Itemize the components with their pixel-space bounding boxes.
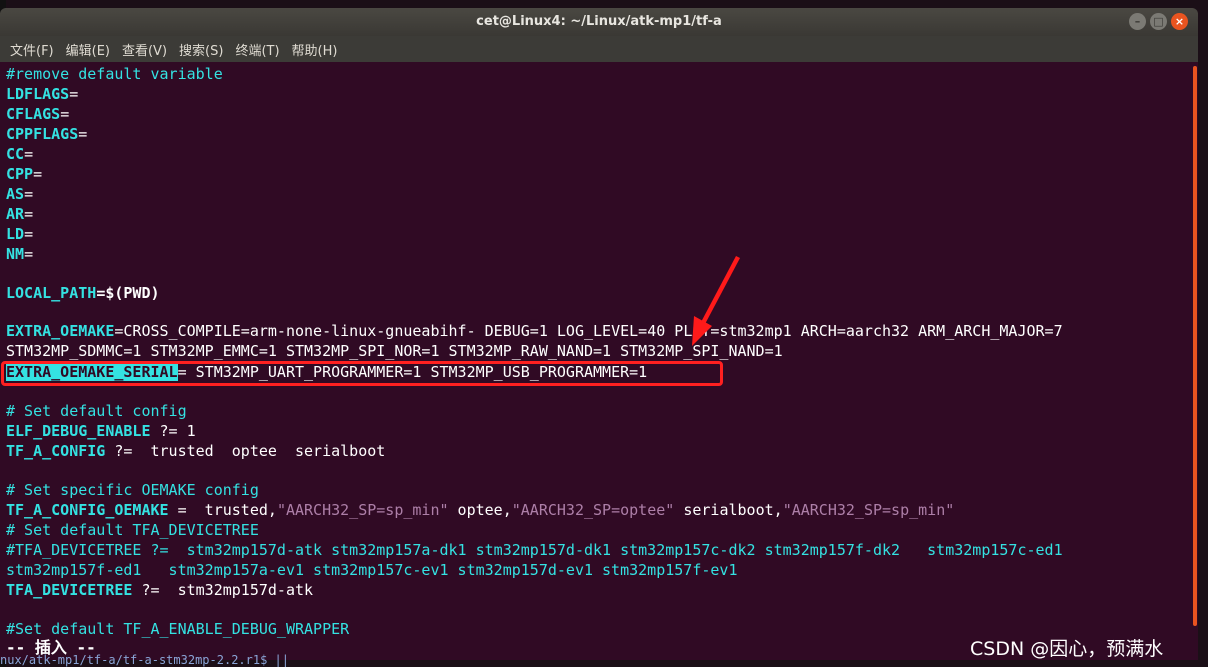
code-line: EXTRA_OEMAKE=CROSS_COMPILE=arm-none-linu… [6, 322, 1063, 340]
code-line: LD= [6, 225, 34, 243]
code-line: # Set specific OEMAKE config [6, 481, 259, 499]
menu-help[interactable]: 帮助(H) [292, 40, 338, 59]
window-controls: – □ × [1129, 13, 1188, 30]
minimize-button[interactable]: – [1129, 13, 1146, 30]
background-terminal-prompt: nux/atk-mp1/tf-a/tf-a-stm32mp-2.2.r1$ || [0, 653, 289, 667]
menu-file[interactable]: 文件(F) [10, 40, 54, 59]
scrollbar-thumb[interactable] [1193, 66, 1197, 626]
code-line: #remove default variable [6, 65, 223, 83]
window-title: cet@Linux4: ~/Linux/atk-mp1/tf-a [476, 14, 722, 29]
watermark: CSDN @因心，预满水 [970, 638, 1164, 660]
menu-edit[interactable]: 编辑(E) [66, 40, 110, 59]
code-line: stm32mp157f-ed1 stm32mp157a-ev1 stm32mp1… [6, 561, 738, 579]
code-line: AR= [6, 205, 34, 223]
code-line: # Set default TFA_DEVICETREE [6, 521, 259, 539]
code-line: CPP= [6, 165, 43, 183]
code-line: TFA_DEVICETREE ?= stm32mp157d-atk [6, 581, 314, 599]
code-line: ELF_DEBUG_ENABLE ?= 1 [6, 422, 196, 440]
close-button[interactable]: × [1171, 13, 1188, 30]
code-line: NM= [6, 245, 34, 263]
code-line: CFLAGS= [6, 105, 70, 123]
code-line: LDFLAGS= [6, 85, 79, 103]
code-line: #TFA_DEVICETREE ?= stm32mp157d-atk stm32… [6, 541, 1063, 559]
code-line: #Set default TF_A_ENABLE_DEBUG_WRAPPER [6, 620, 350, 638]
code-line: TF_A_CONFIG ?= trusted optee serialboot [6, 442, 386, 460]
scrollbar[interactable] [1192, 62, 1198, 660]
code-line: AS= [6, 185, 34, 203]
code-line: STM32MP_SDMMC=1 STM32MP_EMMC=1 STM32MP_S… [6, 342, 783, 360]
menu-view[interactable]: 查看(V) [122, 40, 167, 59]
annotation-arrow-icon [692, 256, 740, 346]
menu-bar: 文件(F) 编辑(E) 查看(V) 搜索(S) 终端(T) 帮助(H) [0, 36, 1198, 62]
menu-search[interactable]: 搜索(S) [179, 40, 223, 59]
annotation-highlight-box [1, 361, 723, 386]
code-line: CPPFLAGS= [6, 125, 88, 143]
terminal-area[interactable]: #remove default variable LDFLAGS= CFLAGS… [0, 62, 1198, 660]
code-line: TF_A_CONFIG_OEMAKE = trusted,"AARCH32_SP… [6, 501, 955, 519]
title-bar: cet@Linux4: ~/Linux/atk-mp1/tf-a – □ × [0, 8, 1198, 36]
menu-terminal[interactable]: 终端(T) [235, 40, 279, 59]
code-line: # Set default config [6, 402, 187, 420]
code-line: LOCAL_PATH=$(PWD) [6, 284, 160, 302]
code-line: CC= [6, 145, 34, 163]
maximize-button[interactable]: □ [1150, 13, 1167, 30]
